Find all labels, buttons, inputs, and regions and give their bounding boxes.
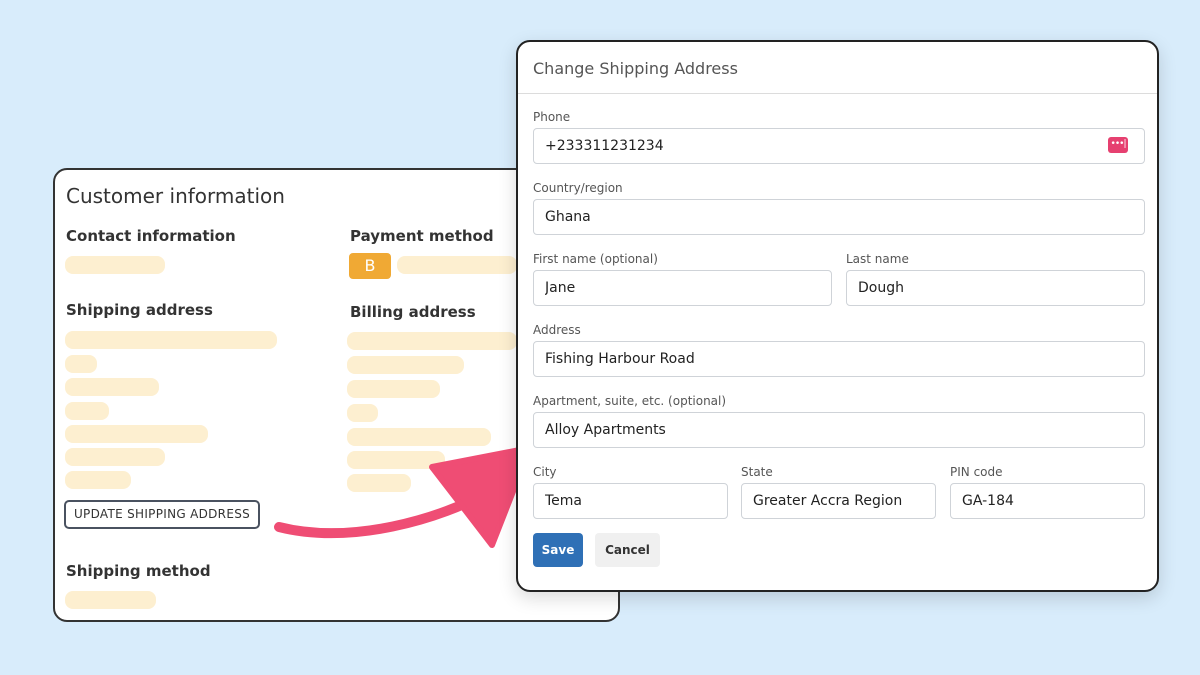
shipping-line-placeholder <box>65 402 109 420</box>
billing-line-placeholder <box>347 380 440 398</box>
customer-information-title: Customer information <box>66 184 285 208</box>
shipping-line-placeholder <box>65 471 131 489</box>
state-label: State <box>741 465 773 479</box>
first-name-input[interactable] <box>533 270 832 306</box>
pin-code-label: PIN code <box>950 465 1003 479</box>
change-shipping-address-modal: Change Shipping Address Phone •••| Count… <box>516 40 1159 592</box>
state-input[interactable] <box>741 483 936 519</box>
payment-method-heading: Payment method <box>350 227 494 245</box>
last-name-label: Last name <box>846 252 909 266</box>
country-label: Country/region <box>533 181 623 195</box>
apartment-input[interactable] <box>533 412 1145 448</box>
shipping-address-heading: Shipping address <box>66 301 213 319</box>
address-label: Address <box>533 323 581 337</box>
password-manager-icon[interactable]: •••| <box>1108 137 1128 153</box>
billing-line-placeholder <box>347 428 491 446</box>
shipping-method-placeholder <box>65 591 156 609</box>
cancel-button[interactable]: Cancel <box>595 533 660 567</box>
billing-line-placeholder <box>347 332 517 350</box>
billing-address-heading: Billing address <box>350 303 476 321</box>
shipping-line-placeholder <box>65 331 277 349</box>
city-label: City <box>533 465 557 479</box>
phone-input[interactable] <box>533 128 1145 164</box>
contact-placeholder <box>65 256 165 274</box>
modal-divider <box>518 93 1157 94</box>
billing-line-placeholder <box>347 404 378 422</box>
pin-code-input[interactable] <box>950 483 1145 519</box>
country-input[interactable] <box>533 199 1145 235</box>
payment-placeholder <box>397 256 517 274</box>
update-shipping-address-button[interactable]: UPDATE SHIPPING ADDRESS <box>64 500 260 529</box>
shipping-line-placeholder <box>65 425 208 443</box>
shipping-line-placeholder <box>65 448 165 466</box>
save-button[interactable]: Save <box>533 533 583 567</box>
city-input[interactable] <box>533 483 728 519</box>
payment-badge: B <box>349 253 391 279</box>
shipping-method-heading: Shipping method <box>66 562 211 580</box>
modal-title: Change Shipping Address <box>533 59 738 78</box>
contact-information-heading: Contact information <box>66 227 236 245</box>
billing-line-placeholder <box>347 451 445 469</box>
first-name-label: First name (optional) <box>533 252 658 266</box>
address-input[interactable] <box>533 341 1145 377</box>
billing-line-placeholder <box>347 474 411 492</box>
shipping-line-placeholder <box>65 355 97 373</box>
phone-label: Phone <box>533 110 571 124</box>
shipping-line-placeholder <box>65 378 159 396</box>
billing-line-placeholder <box>347 356 464 374</box>
last-name-input[interactable] <box>846 270 1145 306</box>
apartment-label: Apartment, suite, etc. (optional) <box>533 394 727 408</box>
